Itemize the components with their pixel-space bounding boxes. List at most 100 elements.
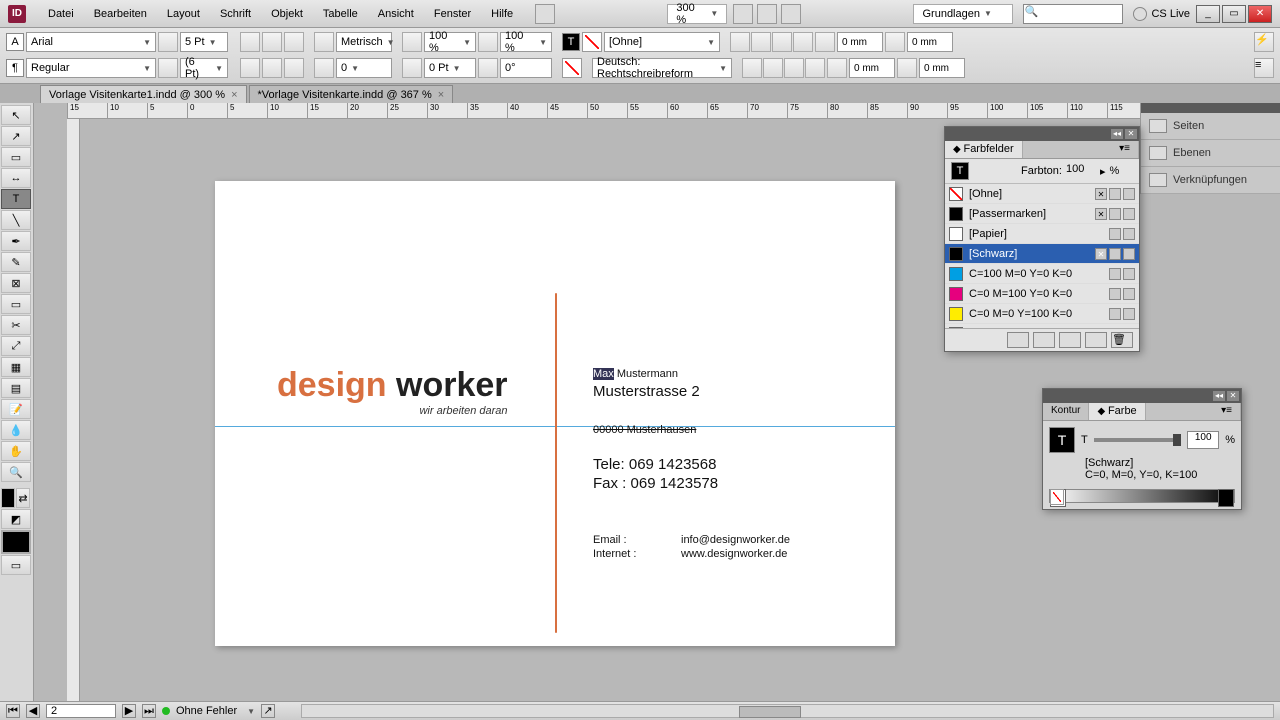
subscript-icon[interactable] bbox=[240, 58, 260, 78]
indent-left-field[interactable]: 0 mm bbox=[849, 58, 895, 78]
bridge-icon[interactable] bbox=[535, 4, 555, 24]
gradient-feather-tool[interactable]: ▤ bbox=[1, 378, 31, 398]
menu-layout[interactable]: Layout bbox=[157, 4, 210, 24]
apply-color[interactable] bbox=[1, 530, 31, 554]
justify-center-icon[interactable] bbox=[763, 58, 783, 78]
page-field[interactable]: 2 bbox=[46, 704, 116, 718]
note-tool[interactable]: 📝 bbox=[1, 399, 31, 419]
panel-pages[interactable]: Seiten bbox=[1141, 113, 1280, 140]
vscale-field[interactable]: 100 %▼ bbox=[424, 32, 476, 52]
panel-header[interactable]: ◂◂ ✕ bbox=[1043, 389, 1241, 403]
collapse-icon[interactable]: ◂◂ bbox=[1213, 391, 1225, 401]
char-style-field[interactable]: [Ohne]▼ bbox=[604, 32, 720, 52]
close-button[interactable]: ✕ bbox=[1248, 5, 1272, 23]
collapse-icon[interactable]: ◂◂ bbox=[1111, 129, 1123, 139]
menu-view[interactable]: Ansicht bbox=[368, 4, 424, 24]
cs-live-button[interactable]: CS Live bbox=[1151, 8, 1190, 20]
direct-selection-tool[interactable]: ↗ bbox=[1, 126, 31, 146]
swatch-row[interactable]: [Ohne]✕ bbox=[945, 184, 1139, 204]
hscale-field[interactable]: 100 %▼ bbox=[500, 32, 552, 52]
panel-header[interactable]: ◂◂ ✕ bbox=[945, 127, 1139, 141]
space-before-field[interactable]: 0 mm bbox=[837, 32, 883, 52]
rectangle-frame-tool[interactable]: ⊠ bbox=[1, 273, 31, 293]
menu-help[interactable]: Hilfe bbox=[481, 4, 523, 24]
tint-slider[interactable] bbox=[1094, 438, 1181, 442]
view-options-icon[interactable] bbox=[733, 4, 753, 24]
swatch-row[interactable]: [Schwarz]✕ bbox=[945, 244, 1139, 264]
gap-tool[interactable]: ↔ bbox=[1, 168, 31, 188]
no-fill-icon[interactable] bbox=[562, 58, 582, 78]
swatch-row[interactable]: [Papier] bbox=[945, 224, 1139, 244]
close-icon[interactable]: ✕ bbox=[1125, 129, 1137, 139]
menu-file[interactable]: Datei bbox=[38, 4, 84, 24]
superscript-icon[interactable] bbox=[284, 32, 304, 52]
language-field[interactable]: Deutsch: Rechtschreibreform▼ bbox=[592, 58, 732, 78]
swatch-row[interactable]: C=0 M=0 Y=100 K=0 bbox=[945, 304, 1139, 324]
quick-apply-icon[interactable]: ⚡ bbox=[1254, 32, 1274, 52]
document-page[interactable]: design worker wir arbeiten daran Max Mus… bbox=[215, 181, 895, 646]
line-tool[interactable]: ╲ bbox=[1, 210, 31, 230]
maximize-button[interactable]: ▭ bbox=[1222, 5, 1246, 23]
formatting-icon[interactable] bbox=[985, 164, 999, 178]
ruler-vertical[interactable] bbox=[67, 119, 80, 701]
skew-field[interactable]: 0° bbox=[500, 58, 552, 78]
justify-right-icon[interactable] bbox=[784, 58, 804, 78]
text-icon[interactable] bbox=[1003, 164, 1017, 178]
panel-menu-icon[interactable]: ▾≡ bbox=[1213, 403, 1241, 420]
tracking-field[interactable]: 0▼ bbox=[336, 58, 392, 78]
eyedropper-tool[interactable]: 💧 bbox=[1, 420, 31, 440]
last-page-button[interactable]: ⏭ bbox=[142, 704, 156, 718]
scissors-tool[interactable]: ✂ bbox=[1, 315, 31, 335]
underline-icon[interactable] bbox=[262, 58, 282, 78]
swatch-row[interactable]: C=100 M=0 Y=0 K=0 bbox=[945, 264, 1139, 284]
char-mode-icon[interactable]: A bbox=[6, 33, 24, 51]
preflight-status[interactable]: Ohne Fehler bbox=[176, 705, 237, 717]
contact-block[interactable]: Max Mustermann Musterstrasse 2 00000 Mus… bbox=[593, 364, 790, 561]
show-color-icon[interactable] bbox=[1033, 332, 1055, 348]
screen-mode-icon[interactable] bbox=[757, 4, 777, 24]
color-tab[interactable]: ◆ Farbe bbox=[1089, 403, 1145, 420]
search-input[interactable]: 🔍 bbox=[1023, 4, 1123, 24]
gradient-strip[interactable] bbox=[1049, 489, 1235, 503]
zoom-dropdown[interactable]: 300 %▼ bbox=[667, 4, 727, 24]
font-size-field[interactable]: 5 Pt▼ bbox=[180, 32, 228, 52]
panel-layers[interactable]: Ebenen bbox=[1141, 140, 1280, 167]
align-center-icon[interactable] bbox=[751, 32, 771, 52]
tint-value-field[interactable]: 100 bbox=[1187, 431, 1219, 449]
logo-text[interactable]: design worker wir arbeiten daran bbox=[277, 366, 508, 417]
doc-tab-1[interactable]: Vorlage Visitenkarte1.indd @ 300 %× bbox=[40, 85, 247, 103]
swatch-row[interactable]: C=15 M=100 Y=100 K=0 bbox=[945, 324, 1139, 328]
pen-tool[interactable]: ✒ bbox=[1, 231, 31, 251]
fill-swatch[interactable] bbox=[1, 488, 15, 508]
stroke-tab[interactable]: Kontur bbox=[1043, 403, 1089, 420]
panel-menu-icon[interactable]: ≡ bbox=[1254, 58, 1274, 78]
divider-line[interactable] bbox=[555, 293, 557, 633]
para-mode-icon[interactable]: ¶ bbox=[6, 59, 24, 77]
delete-swatch-icon[interactable]: 🗑 bbox=[1111, 332, 1133, 348]
dock-handle[interactable] bbox=[1141, 103, 1280, 113]
baseline-field[interactable]: 0 Pt▼ bbox=[424, 58, 476, 78]
align-right-icon[interactable] bbox=[772, 32, 792, 52]
doc-tab-2[interactable]: *Vorlage Visitenkarte.indd @ 367 %× bbox=[249, 85, 454, 103]
menu-edit[interactable]: Bearbeiten bbox=[84, 4, 157, 24]
swatches-tab[interactable]: ◆ Farbfelder bbox=[945, 141, 1023, 158]
menu-type[interactable]: Schrift bbox=[210, 4, 261, 24]
hand-tool[interactable]: ✋ bbox=[1, 441, 31, 461]
no-fill-icon[interactable] bbox=[1050, 489, 1064, 505]
ruler-horizontal[interactable]: 1510505101520253035404550556065707580859… bbox=[67, 103, 1267, 119]
fill-proxy[interactable]: T bbox=[951, 162, 969, 180]
align-justify-icon[interactable] bbox=[793, 32, 813, 52]
page-tool[interactable]: ▭ bbox=[1, 147, 31, 167]
type-tool[interactable]: T bbox=[1, 189, 31, 209]
arrange-icon[interactable] bbox=[781, 4, 801, 24]
panel-menu-icon[interactable]: ▾≡ bbox=[1111, 141, 1139, 158]
horizontal-scrollbar[interactable] bbox=[301, 704, 1274, 718]
minimize-button[interactable]: _ bbox=[1196, 5, 1220, 23]
indent-right-field[interactable]: 0 mm bbox=[919, 58, 965, 78]
open-button[interactable]: ↗ bbox=[261, 704, 275, 718]
strike-icon[interactable] bbox=[284, 58, 304, 78]
show-gradient-icon[interactable] bbox=[1059, 332, 1081, 348]
gradient-swatch-tool[interactable]: ▦ bbox=[1, 357, 31, 377]
justify-left-icon[interactable] bbox=[742, 58, 762, 78]
first-page-button[interactable]: ⏮ bbox=[6, 704, 20, 718]
